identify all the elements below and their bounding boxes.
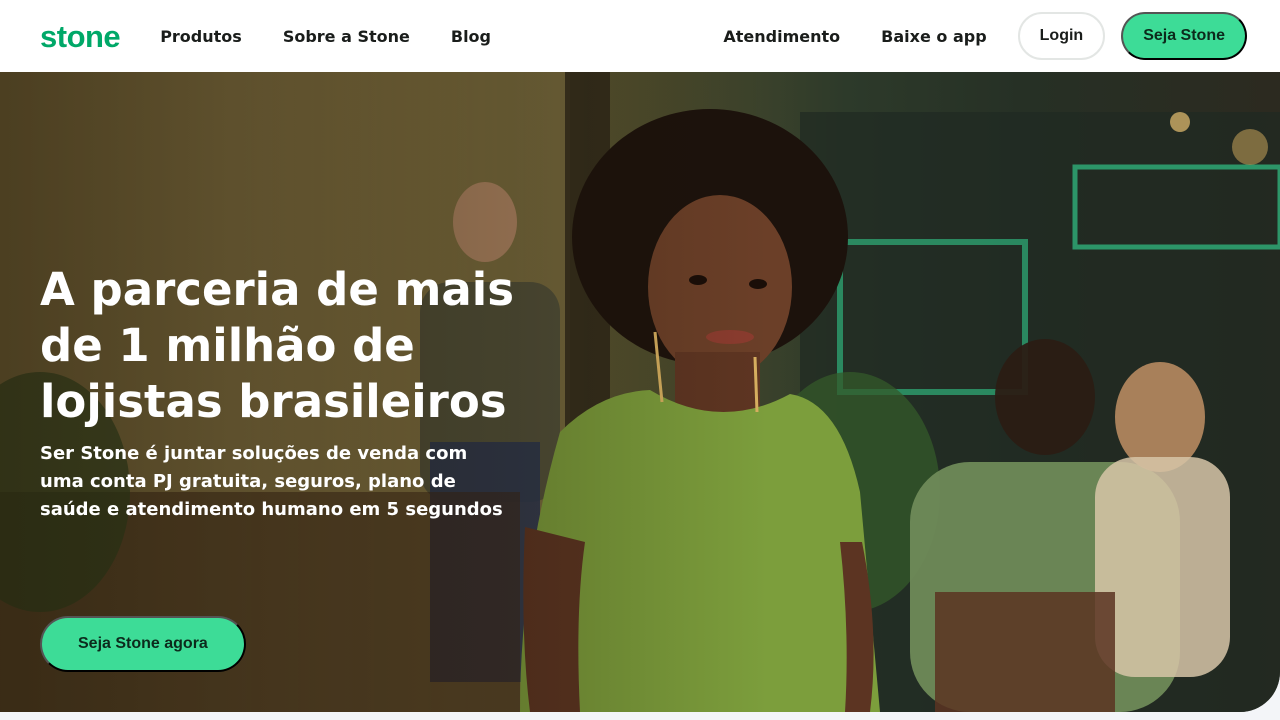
nav-link-atendimento[interactable]: Atendimento (723, 27, 840, 46)
seja-stone-button[interactable]: Seja Stone (1121, 12, 1247, 60)
primary-nav: Produtos Sobre a Stone Blog (160, 27, 532, 46)
top-navbar: stone Produtos Sobre a Stone Blog Atendi… (0, 0, 1280, 72)
nav-link-sobre[interactable]: Sobre a Stone (283, 27, 410, 46)
stone-logo[interactable]: stone (40, 21, 121, 52)
nav-link-blog[interactable]: Blog (451, 27, 491, 46)
hero-title: A parceria de mais de 1 milhão de lojist… (40, 263, 514, 428)
login-button[interactable]: Login (1017, 12, 1106, 60)
secondary-nav: Atendimento Baixe o app Login Seja Stone (723, 12, 1247, 60)
nav-link-produtos[interactable]: Produtos (160, 27, 242, 46)
hero-section: A parceria de mais de 1 milhão de lojist… (0, 72, 1280, 712)
nav-link-baixe-app[interactable]: Baixe o app (881, 27, 986, 46)
hero-text-block: A parceria de mais de 1 milhão de lojist… (40, 262, 520, 524)
seja-stone-agora-button[interactable]: Seja Stone agora (40, 616, 246, 672)
hero-subtitle: Ser Stone é juntar soluções de venda com… (40, 443, 503, 520)
